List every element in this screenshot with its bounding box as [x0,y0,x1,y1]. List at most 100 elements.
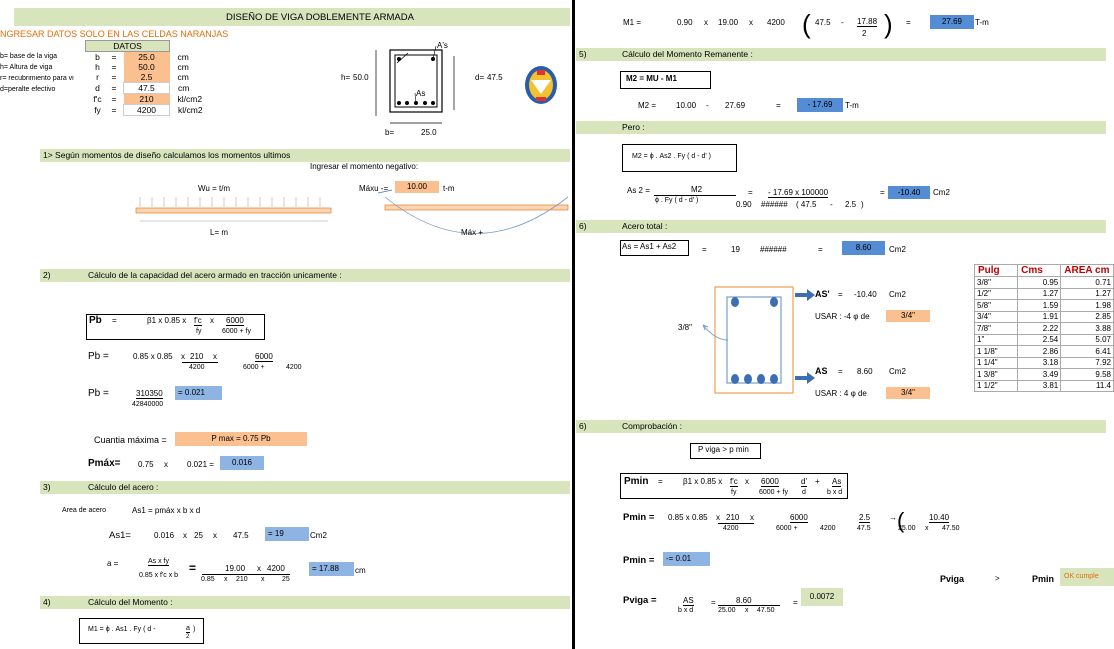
section-h-label: h= [341,73,351,82]
table-cell: 1.98 [1060,299,1114,312]
pmin2-6000: 6000 [790,513,808,523]
m1-b: 19.00 [718,18,739,27]
pb2-210: 210 [190,352,204,361]
pmin-eq: = [658,477,663,486]
m1-d: 47.5 [815,18,831,27]
pb-label: Pb [89,315,102,326]
table-cell: 5.07 [1060,333,1114,346]
as-total-b: ###### [760,245,787,254]
usar1-input[interactable]: 3/4" [886,310,930,322]
a-n1: 19.00 [225,564,246,573]
pmax-formula: P max = 0.75 Pb [175,432,307,446]
pviga-n: 8.60 [736,596,752,605]
table-row: 1/2" 1.27 1.27 [973,287,1114,300]
s3-num: 3) [43,482,51,492]
a-nx: x [257,564,261,573]
section-b-val: 25.0 [421,128,437,137]
m1-label: M1 = [623,18,642,27]
pmin-cmp: Pmin [1032,574,1055,584]
m2-result: - 17.69 [797,98,843,112]
s4-header: 4) Cálculo del Momento : [40,596,570,609]
input-h[interactable]: 50.0 [123,62,170,72]
pviga-num: AS [683,596,694,606]
pb2-a: 0.85 x 0.85 [133,352,173,361]
s2-header: 2) Cálculo de la capacidad del acero arm… [40,269,570,282]
section-b-label: b= [385,128,395,137]
pviga-d1: 25.00 [718,607,736,614]
s2-num: 2) [43,270,51,280]
as1-c: 47.5 [233,531,249,540]
cond-label: P viga > p min [698,445,749,454]
table-cell: 5/8" [973,299,1019,312]
pmin2-den2: 4200 [820,525,836,532]
asp-val: -10.40 [854,290,877,299]
table-row: 7/8" 2.22 3.88 [973,322,1114,335]
panel-divider [572,0,575,649]
s4-title: Cálculo del Momento : [88,597,173,607]
pviga-eq2: = [793,598,798,607]
pmin2-47: 47.5 [857,525,871,532]
pmin2-dx: x [925,525,929,532]
s7-header: 6) Comprobación : [576,420,1106,433]
pb-formula-6000: 6000 [226,316,244,326]
as-unit: Cm2 [889,367,906,376]
input-fc[interactable]: 210 [123,93,170,105]
pmin-result: -= 0.01 [663,552,710,566]
pb-formula-x: x [210,316,214,325]
title-bar: DISEÑO DE VIGA DOBLEMENTE ARMADA [14,8,570,26]
asp-unit: Cm2 [889,290,906,299]
desc-b: b= base de la viga [0,53,58,60]
m2-eq: = [776,101,781,110]
m2-minus: - [706,101,709,110]
ok-badge: OK cumple [1060,568,1114,586]
datos-row-fy: fy = 4200 kl/cm2 [94,104,203,116]
gt-symbol: > [995,574,1000,583]
as2-d1: 0.90 [736,200,752,209]
usar2-input[interactable]: 3/4" [886,387,930,399]
s1-mx-pos: Máx + [461,228,484,237]
table-cell: 0.95 [1017,276,1062,289]
pmin-fy: fy [731,489,737,496]
pb2-x1: x [181,352,185,361]
as2-eq2: = [880,188,885,197]
as2-d4: - [830,200,833,209]
table-cell: 1.27 [1060,287,1114,300]
pero-title: Pero : [622,122,645,132]
pmin2-n: 10.40 [929,513,950,523]
usar1-label: USAR : -4 φ de [815,312,870,321]
ingresar-note: NGRESAR DATOS SOLO EN LAS CELDAS NARANJA… [0,29,229,39]
cuantia-label: Cuantia máxima = [94,435,167,445]
pmax-x: x [164,460,168,469]
input-b[interactable]: 25.0 [123,51,170,62]
pmax-label: Pmáx= [88,458,121,469]
pb-eq: = [112,316,117,325]
table-row: 3/4" 1.91 2.85 [973,310,1114,323]
s5-title: Cálculo del Momento Remanente : [622,49,753,59]
m1-frac-d: 2 [862,29,867,38]
pero-header: Pero : [576,121,1106,134]
input-r[interactable]: 2.5 [123,72,170,83]
a-fraction-line [202,574,290,575]
table-cell: 1 1/2" [973,379,1019,392]
stirrup-label: 3/8" [678,323,692,332]
section-h-val: 50.0 [353,73,369,82]
s7-num: 6) [579,421,587,431]
datos-row-fc: f'c = 210 kl/cm2 [93,93,203,105]
a-d2: 210 [236,576,248,583]
as1-x2: x [213,531,217,540]
pmin-bxd: b x d [827,489,843,496]
pmin-x: x [745,477,749,486]
as-total-a: 19 [731,245,740,254]
table-header-pulg: Pulg [973,264,1019,277]
university-logo [525,66,557,104]
table-cell: 1 1/8" [973,345,1019,358]
as-eq: = [838,367,843,376]
pb2-fraction-line [182,362,218,363]
s5-header: 5) Cálculo del Momento Remanente : [576,48,1106,61]
pmin-f1: β1 x 0.85 x [683,477,723,486]
table-cell: 7.92 [1060,356,1114,369]
pmin2-a: 0.85 x 0.85 [668,513,708,522]
s6-title: Acero total : [622,221,668,231]
as1-result: = 19 [265,527,309,541]
a-d1: 0.85 [201,576,215,583]
